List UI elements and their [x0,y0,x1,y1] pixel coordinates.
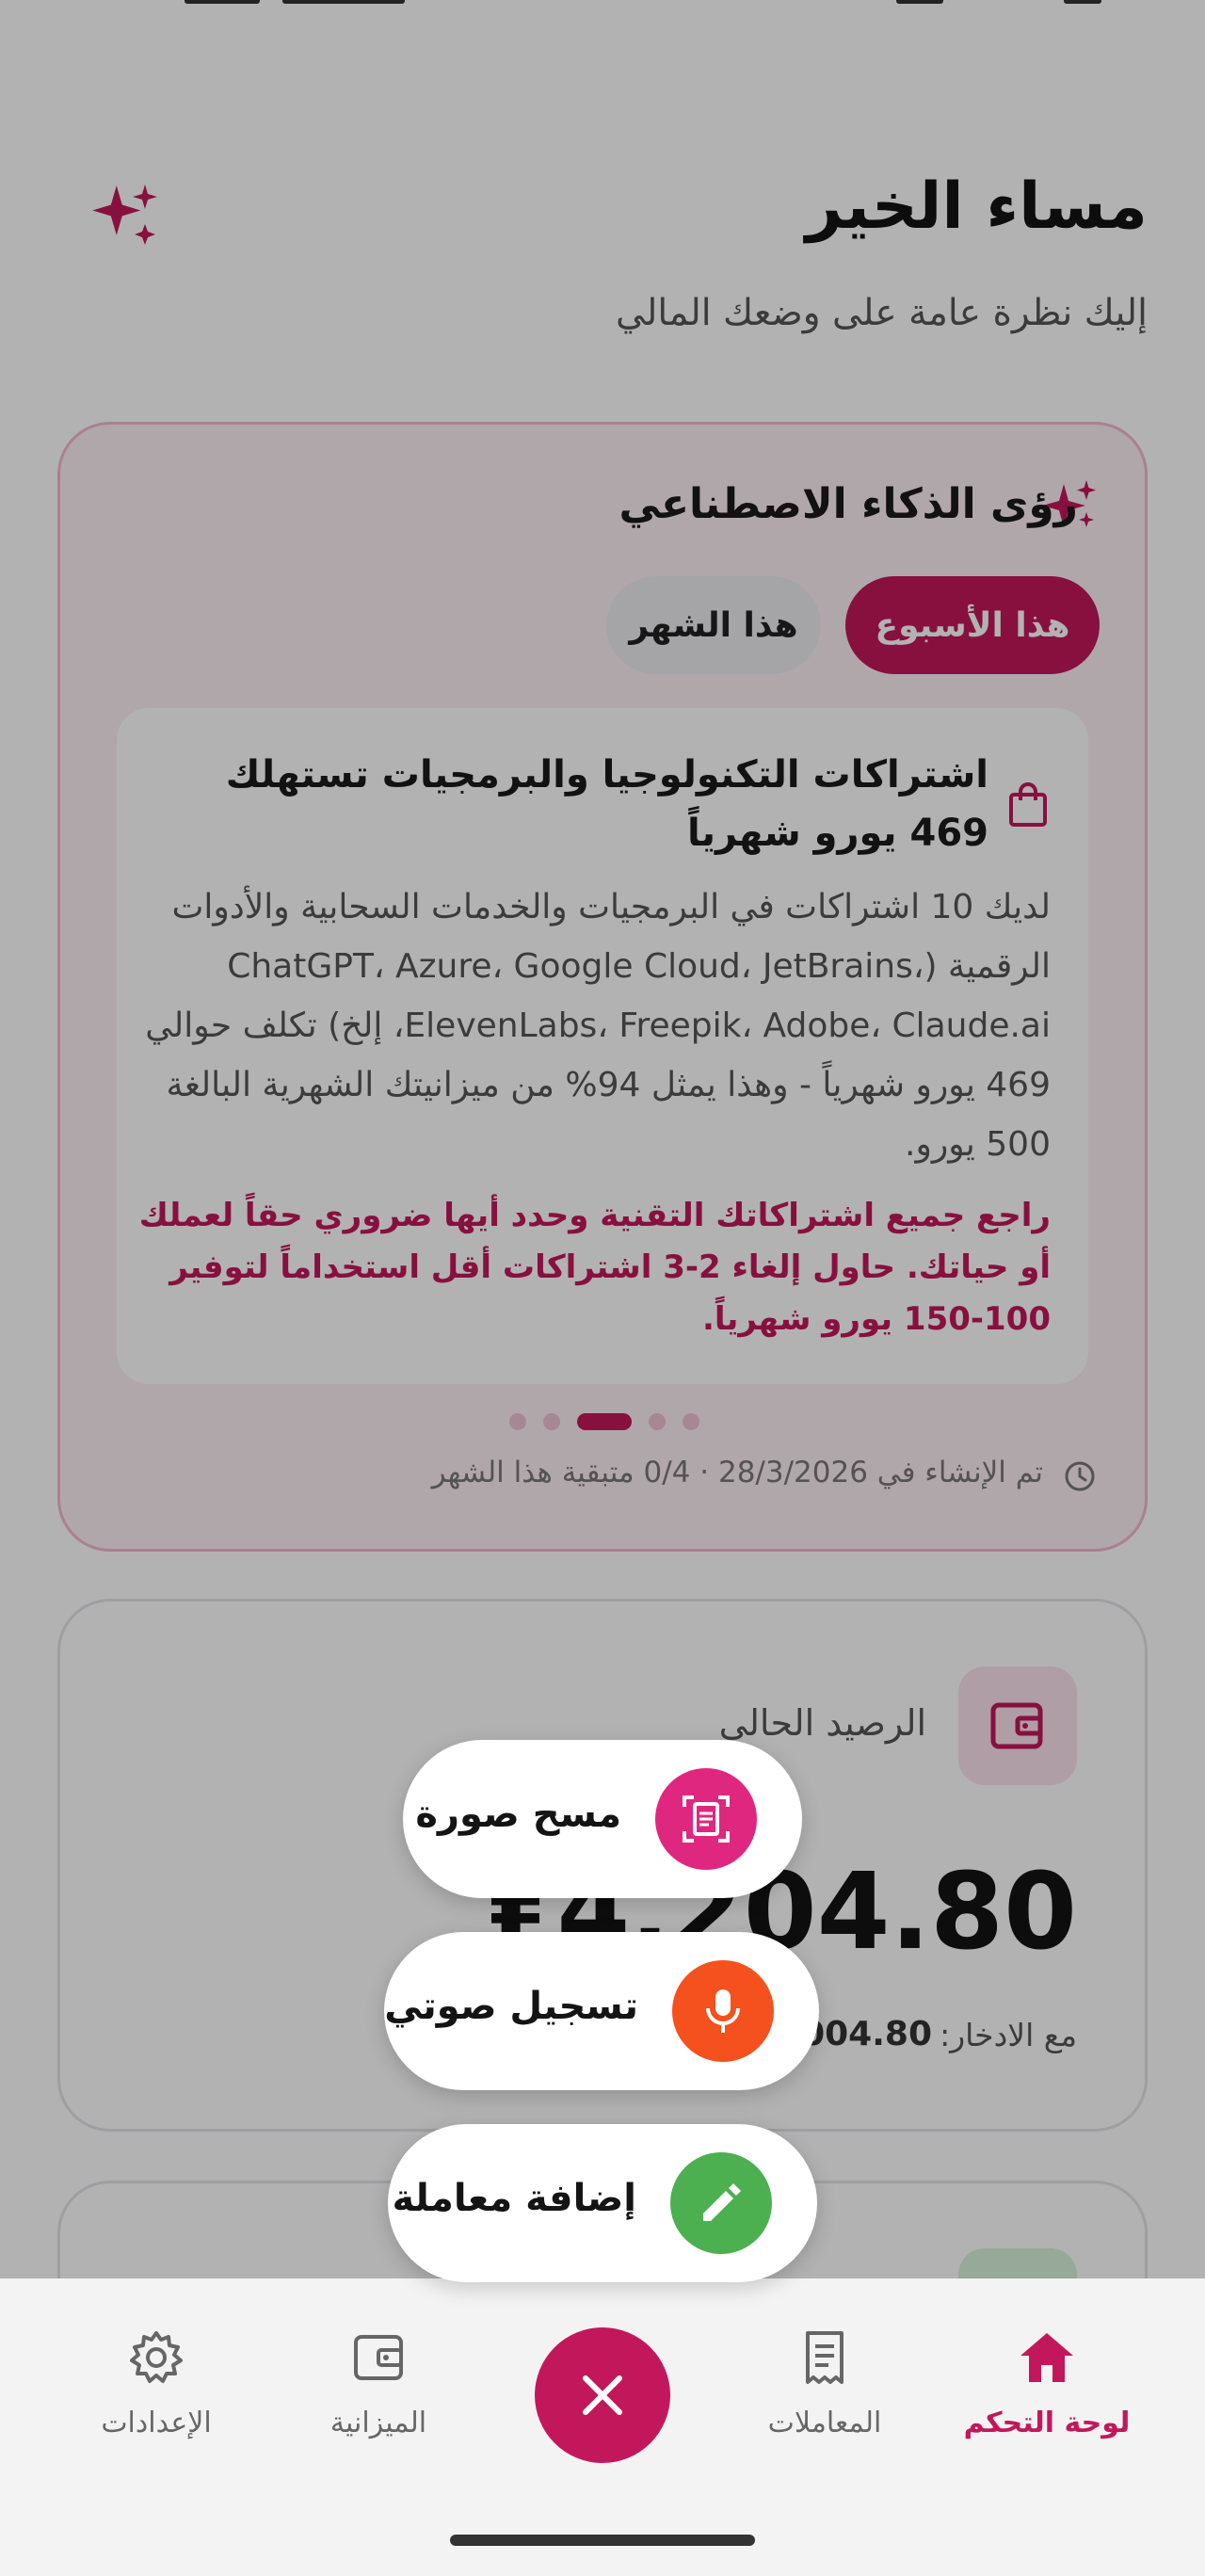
scan-icon-circle [655,1768,757,1870]
nav-label-transactions: المعاملات [767,2407,882,2439]
add-icon-circle [670,2152,772,2254]
voice-record-button[interactable]: تسجيل صوتي [384,1932,819,2090]
close-fab-button[interactable] [535,2327,670,2463]
nav-item-transactions[interactable]: المعاملات [731,2327,919,2439]
pencil-icon [703,2183,741,2221]
home-indicator[interactable] [450,2535,755,2546]
dashboard-screen: مساء الخير إليك نظرة عامة على وضعك المال… [0,0,1205,2576]
add-transaction-label: إضافة معاملة [392,2177,636,2220]
nav-item-budget[interactable]: الميزانية [284,2327,473,2439]
nav-label-budget: الميزانية [329,2407,427,2439]
voice-icon-circle [672,1960,774,2062]
close-icon [583,2375,622,2415]
voice-record-label: تسجيل صوتي [384,1985,638,2028]
home-icon [1020,2333,1073,2382]
document-scan-icon [683,1795,730,1843]
nav-item-dashboard[interactable]: لوحة التحكم [953,2327,1141,2439]
receipt-icon [806,2331,844,2384]
scan-image-button[interactable]: مسح صورة [403,1740,802,1898]
nav-label-dashboard: لوحة التحكم [963,2407,1131,2439]
microphone-icon [706,1989,740,2033]
wallet-icon [354,2335,403,2380]
gear-icon [130,2331,183,2383]
nav-item-settings[interactable]: الإعدادات [62,2327,250,2439]
nav-label-settings: الإعدادات [101,2407,212,2439]
scan-image-label: مسح صورة [415,1793,621,1836]
add-transaction-button[interactable]: إضافة معاملة [388,2124,817,2282]
